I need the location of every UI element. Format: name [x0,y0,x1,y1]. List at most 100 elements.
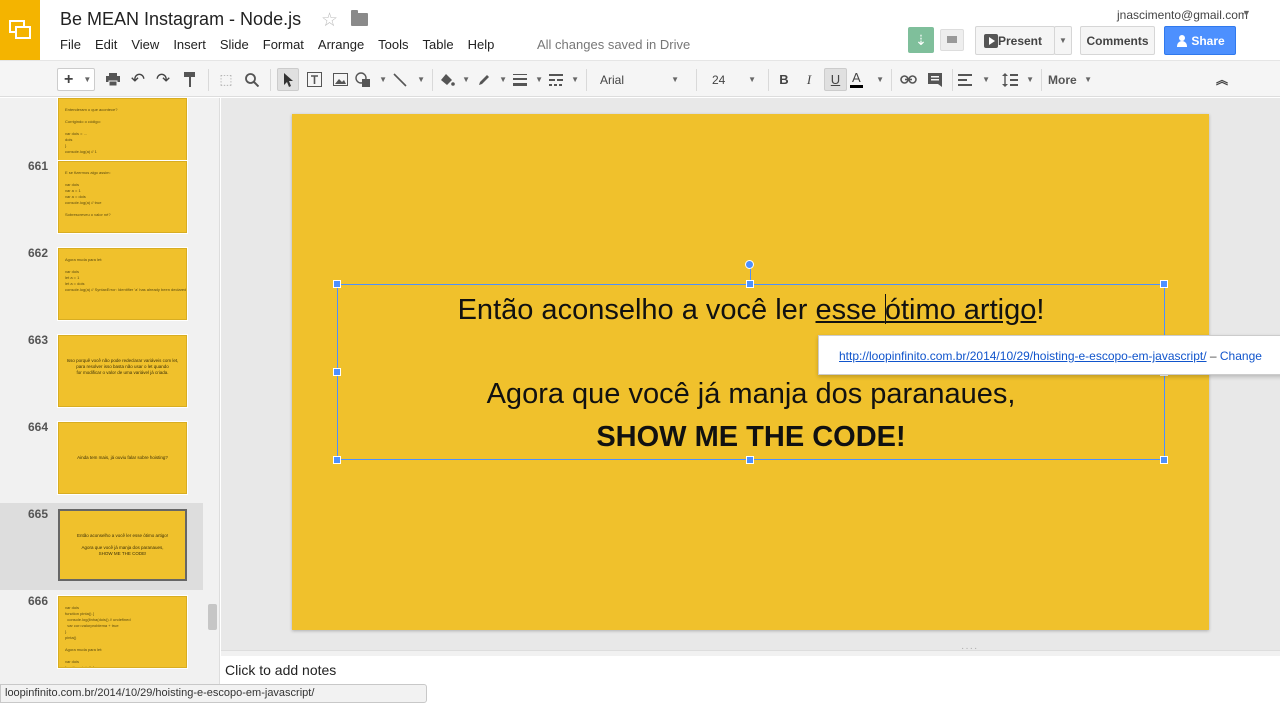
print-icon[interactable] [103,68,123,91]
collapse-icon[interactable]: ︽ [1212,68,1232,91]
present-dropdown-button[interactable]: ▼ [1054,26,1072,55]
shape-icon[interactable]: ▼ [355,68,387,91]
toolbar-divider [696,69,697,91]
status-bar-url: loopinfinito.com.br/2014/10/29/hoisting-… [0,684,427,703]
text-color-icon[interactable]: A ▼ [850,68,884,91]
font-name-value: Arial [600,72,625,87]
slide-thumbnail-entry[interactable]: 664 Ainda tem mais, já ouviu falar sobre … [0,416,203,503]
slide-thumbnail-entry[interactable]: 665 Então aconselho a você ler esse ótimo… [0,503,203,590]
slides-logo-icon[interactable] [0,0,40,60]
menu-view[interactable]: View [131,37,159,52]
account-email[interactable]: jnascimento@gmail.com [1117,8,1248,22]
toolbar-divider [270,69,271,91]
change-link-button[interactable]: Change [1220,349,1262,363]
resize-handle-bottom-right[interactable] [1160,456,1168,464]
present-button[interactable]: Present [975,26,1055,55]
menu-insert[interactable]: Insert [173,37,206,52]
toolbar: + ▼ ↶ ↷ ⬚ ▼ ▼ ▼ ▼ ▼ ▼ Arial ▼ 24 ▼ B I U… [0,60,1280,97]
slide-number: 665 [28,507,49,521]
fill-color-icon[interactable]: ▼ [440,68,470,91]
menu-file[interactable]: File [60,37,81,52]
save-status[interactable]: All changes saved in Drive [537,37,690,52]
slide-number: 664 [28,420,49,434]
slide-thumbnail-entry[interactable]: 663 Isso porquê você não pode redeclarar … [0,329,203,416]
menu-help[interactable]: Help [468,37,495,52]
slide-thumbnail[interactable]: Isso porquê você não pode redeclarar var… [58,335,187,407]
border-color-icon[interactable]: ▼ [477,68,507,91]
add-icon[interactable]: + ▼ [57,68,95,91]
menu-bar: File Edit View Insert Slide Format Arran… [60,37,508,52]
slide-number: 666 [28,594,49,608]
menu-format[interactable]: Format [263,37,304,52]
slide-thumbnail-text: Então aconselho a você ler esse ótimo ar… [76,533,169,556]
present-label: Present [997,33,1043,48]
slide-thumbnail-text: Isso porquê você não pode redeclarar var… [66,358,179,375]
italic-icon[interactable]: I [800,68,818,91]
toolbar-divider [432,69,433,91]
addon-icon[interactable]: ⇣ [908,27,934,53]
redo-icon[interactable]: ↷ [153,68,173,91]
chevron-down-icon[interactable]: ▼ [1242,8,1251,18]
rotate-handle[interactable] [745,260,754,269]
link-icon[interactable] [898,68,918,91]
share-button[interactable]: Share [1164,26,1236,55]
toolbar-divider [208,69,209,91]
person-icon [1177,35,1187,47]
resize-handle-bottom[interactable] [746,456,754,464]
font-name-dropdown[interactable]: Arial ▼ [592,68,687,91]
align-icon[interactable]: ▼ [958,68,990,91]
folder-icon[interactable] [351,10,368,26]
slide-thumbnail-entry[interactable]: 662 Agora muda para let: var dois let a =… [0,242,203,329]
toolbar-divider [586,69,587,91]
slide-thumbnail[interactable]: E se fizermos algo assim: var dois var a… [58,161,187,233]
chat-icon[interactable] [940,29,964,51]
resize-handle-top-right[interactable] [1160,280,1168,288]
select-icon[interactable]: ⬚ [216,68,236,91]
slide-number: 662 [28,246,49,260]
font-size-dropdown[interactable]: 24 ▼ [704,68,764,91]
resize-handle-top-left[interactable] [333,280,341,288]
slide-thumbnail-text: Agora muda para let: var dois let a = 1 … [65,257,187,292]
slide-number: 663 [28,333,49,347]
undo-icon[interactable]: ↶ [128,68,148,91]
more-button[interactable]: More ▼ [1048,68,1092,91]
image-icon[interactable] [330,68,350,91]
menu-tools[interactable]: Tools [378,37,408,52]
menu-table[interactable]: Table [423,37,454,52]
line-spacing-icon[interactable]: ▼ [1002,68,1034,91]
chevron-down-icon: ▼ [1084,75,1092,84]
slide-thumbnail-entry[interactable]: 661 E se fizermos algo assim: var dois va… [0,155,203,242]
chevron-down-icon: ▼ [1059,36,1067,45]
underline-icon[interactable]: U [824,68,847,91]
menu-edit[interactable]: Edit [95,37,117,52]
border-weight-icon[interactable]: ▼ [513,68,543,91]
slide-filmstrip: Entenderam o que acontece? Corrigindo o … [0,98,220,685]
slide-thumbnail[interactable]: Agora muda para let: var dois let a = 1 … [58,248,187,320]
cursor-icon[interactable] [277,68,299,91]
resize-handle-bottom-left[interactable] [333,456,341,464]
chevron-down-icon: ▼ [671,75,679,84]
comments-button[interactable]: Comments [1080,26,1155,55]
link-url[interactable]: http://loopinfinito.com.br/2014/10/29/ho… [839,349,1207,363]
zoom-icon[interactable] [242,68,262,91]
bold-icon[interactable]: B [775,68,793,91]
document-title[interactable]: Be MEAN Instagram - Node.js [60,9,301,30]
resize-handle-top[interactable] [746,280,754,288]
toolbar-divider [1041,69,1042,91]
line-icon[interactable]: ▼ [393,68,425,91]
border-dash-icon[interactable]: ▼ [549,68,579,91]
paint-format-icon[interactable] [180,68,200,91]
more-label: More [1048,72,1077,87]
resize-handle-left[interactable] [333,368,341,376]
star-icon[interactable]: ☆ [321,9,338,32]
comment-icon[interactable] [925,68,945,91]
slide-thumbnail[interactable]: Então aconselho a você ler esse ótimo ar… [58,509,187,581]
text-box-icon[interactable] [304,68,324,91]
slide-thumbnail[interactable]: var dois function pinta() { console.log(… [58,596,187,668]
play-icon [984,34,998,48]
filmstrip-scrollbar[interactable] [208,604,217,630]
menu-arrange[interactable]: Arrange [318,37,364,52]
slide-thumbnail[interactable]: Ainda tem mais, já ouviu falar sobre hoi… [58,422,187,494]
slide-thumbnail-entry[interactable]: 666 var dois function pinta() { console.l… [0,590,203,677]
menu-slide[interactable]: Slide [220,37,249,52]
